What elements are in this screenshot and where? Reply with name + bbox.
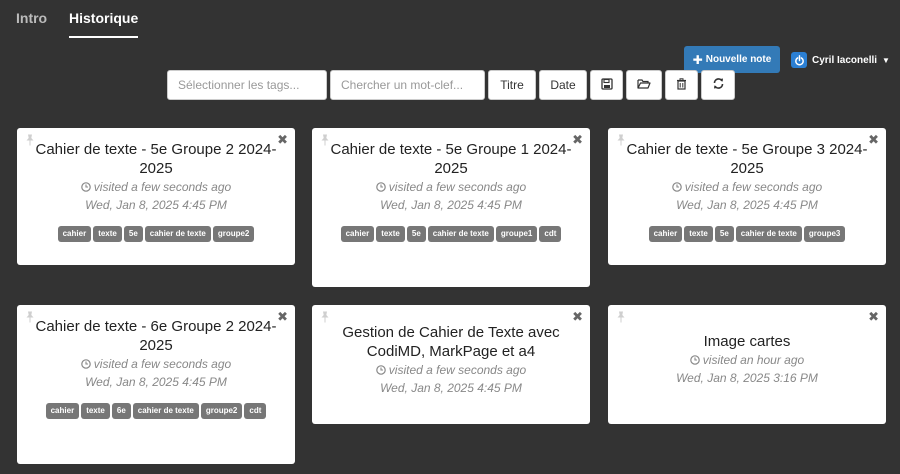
tag-badge[interactable]: 5e [406, 226, 426, 242]
trash-icon [676, 77, 687, 93]
note-date: Wed, Jan 8, 2025 4:45 PM [85, 375, 227, 389]
note-title: Image cartes [703, 333, 791, 350]
filter-toolbar: Sélectionner les tags... Chercher un mot… [0, 70, 900, 102]
note-tags: cahier texte 6e cahier de texte groupe2 cdt [17, 398, 295, 420]
note-card[interactable]: ✖ Cahier de texte - 5e Groupe 1 2024-202… [312, 128, 590, 287]
user-name: Cyril Iaconelli [812, 54, 878, 66]
tag-badge[interactable]: cahier [57, 226, 92, 242]
note-title: Cahier de texte - 6e Groupe 2 2024-2025 [35, 318, 277, 354]
note-date: Wed, Jan 8, 2025 4:45 PM [85, 198, 227, 212]
tags-select-input[interactable]: Sélectionner les tags... [167, 70, 327, 100]
note-card[interactable]: ✖ Cahier de texte - 5e Groupe 2 2024-202… [17, 128, 295, 265]
tag-badge[interactable]: cahier de texte [427, 226, 494, 242]
note-date: Wed, Jan 8, 2025 4:45 PM [380, 198, 522, 212]
note-card[interactable]: ✖ Gestion de Cahier de Texte avec CodiMD… [312, 305, 590, 424]
tag-badge[interactable]: groupe2 [212, 226, 255, 242]
tag-badge[interactable]: 5e [714, 226, 734, 242]
pin-icon[interactable] [25, 310, 35, 323]
note-card[interactable]: ✖ Image cartes visited an hour ago Wed, … [608, 305, 886, 424]
tag-badge[interactable]: texte [376, 226, 405, 242]
note-visited-text: visited an hour ago [702, 353, 805, 367]
clock-icon [375, 179, 386, 192]
note-title: Cahier de texte - 5e Groupe 1 2024-2025 [330, 141, 572, 177]
sort-title-button[interactable]: Titre [488, 70, 536, 100]
note-date: Wed, Jan 8, 2025 4:45 PM [676, 198, 818, 212]
note-visited: visited an hour ago [608, 351, 886, 369]
clock-icon [80, 179, 91, 192]
close-icon[interactable]: ✖ [868, 132, 879, 148]
tag-badge[interactable]: cahier [45, 403, 80, 419]
clock-icon [375, 362, 386, 375]
note-visited-text: visited a few seconds ago [93, 357, 232, 371]
tag-badge[interactable]: cdt [244, 403, 267, 419]
tag-badge[interactable]: texte [684, 226, 713, 242]
tag-badge[interactable]: 5e [123, 226, 143, 242]
clock-icon [80, 356, 91, 369]
pin-icon[interactable] [616, 310, 626, 323]
close-icon[interactable]: ✖ [572, 309, 583, 325]
note-card[interactable]: ✖ Cahier de texte - 5e Groupe 3 2024-202… [608, 128, 886, 265]
save-icon [600, 77, 613, 93]
tag-badge[interactable]: groupe1 [495, 226, 538, 242]
note-tags: cahier texte 5e cahier de texte groupe1 cdt [312, 221, 590, 243]
pin-icon[interactable] [616, 133, 626, 146]
tag-badge[interactable]: cahier de texte [144, 226, 211, 242]
note-card[interactable]: ✖ Cahier de texte - 6e Groupe 2 2024-202… [17, 305, 295, 464]
note-date: Wed, Jan 8, 2025 4:45 PM [380, 381, 522, 395]
tab-intro[interactable]: Intro [16, 10, 47, 36]
close-icon[interactable]: ✖ [277, 309, 288, 325]
note-title: Cahier de texte - 5e Groupe 2 2024-2025 [35, 141, 277, 177]
note-visited: visited a few seconds ago [17, 355, 295, 373]
tag-badge[interactable]: cahier [340, 226, 375, 242]
note-date: Wed, Jan 8, 2025 3:16 PM [676, 371, 818, 385]
close-icon[interactable]: ✖ [868, 309, 879, 325]
export-button[interactable] [590, 70, 623, 100]
note-title: Cahier de texte - 5e Groupe 3 2024-2025 [626, 141, 868, 177]
sort-date-button[interactable]: Date [539, 70, 587, 100]
user-menu[interactable]: Cyril Iaconelli ▼ [791, 51, 890, 69]
close-icon[interactable]: ✖ [277, 132, 288, 148]
note-visited: visited a few seconds ago [312, 178, 590, 196]
note-tags: cahier texte 5e cahier de texte groupe2 [17, 221, 295, 243]
note-visited-text: visited a few seconds ago [388, 363, 527, 377]
tag-badge[interactable]: cahier de texte [132, 403, 199, 419]
new-note-label: Nouvelle note [705, 54, 772, 65]
tag-badge[interactable]: cdt [539, 226, 562, 242]
note-visited-text: visited a few seconds ago [388, 180, 527, 194]
close-icon[interactable]: ✖ [572, 132, 583, 148]
clock-icon [671, 179, 682, 192]
plus-icon: ✚ [692, 52, 703, 67]
pin-icon[interactable] [320, 310, 330, 323]
note-visited: visited a few seconds ago [312, 361, 590, 379]
tag-badge[interactable]: texte [81, 403, 110, 419]
note-title: Gestion de Cahier de Texte avec CodiMD, … [342, 324, 560, 360]
clock-icon [689, 352, 700, 365]
note-visited: visited a few seconds ago [608, 178, 886, 196]
folder-open-icon [637, 78, 651, 93]
tag-badge[interactable]: 6e [111, 403, 131, 419]
refresh-icon [712, 77, 725, 93]
tag-badge[interactable]: groupe3 [803, 226, 846, 242]
import-button[interactable] [626, 70, 662, 100]
refresh-button[interactable] [701, 70, 735, 100]
new-note-button[interactable]: ✚ Nouvelle note [684, 46, 780, 73]
power-icon [791, 52, 807, 68]
note-tags: cahier texte 5e cahier de texte groupe3 [608, 221, 886, 243]
tag-badge[interactable]: cahier de texte [735, 226, 802, 242]
caret-down-icon: ▼ [882, 55, 890, 65]
tab-historique[interactable]: Historique [69, 10, 139, 38]
keyword-search-input[interactable]: Chercher un mot-clef... [330, 70, 485, 100]
pin-icon[interactable] [25, 133, 35, 146]
note-visited-text: visited a few seconds ago [684, 180, 823, 194]
pin-icon[interactable] [320, 133, 330, 146]
note-visited-text: visited a few seconds ago [93, 180, 232, 194]
tag-badge[interactable]: groupe2 [200, 403, 243, 419]
tag-badge[interactable]: cahier [648, 226, 683, 242]
note-visited: visited a few seconds ago [17, 178, 295, 196]
tag-badge[interactable]: texte [93, 226, 122, 242]
clear-history-button[interactable] [665, 70, 698, 100]
